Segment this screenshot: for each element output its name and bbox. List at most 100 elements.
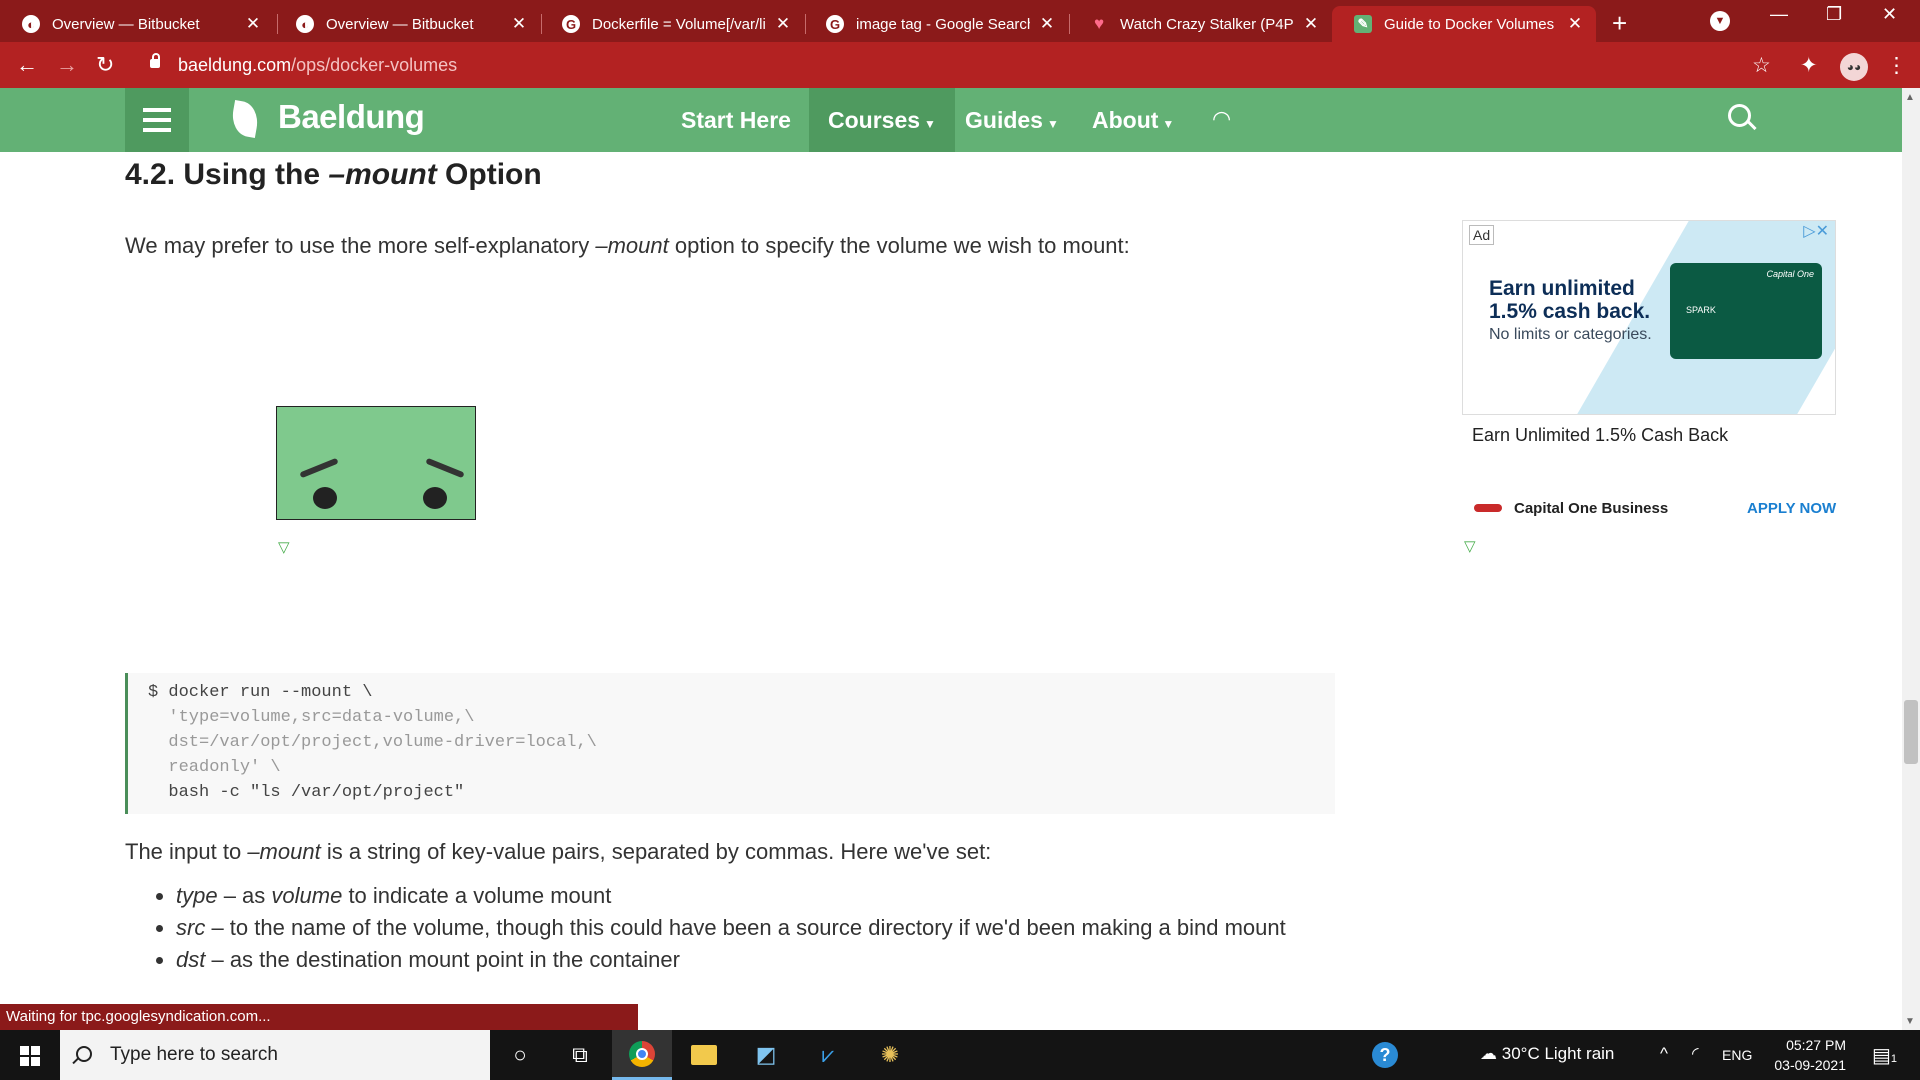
- back-icon[interactable]: ←: [16, 52, 38, 78]
- tab-title: image tag - Google Search: [856, 15, 1030, 33]
- option-value: volume: [271, 883, 343, 908]
- card-label: SPARK: [1686, 305, 1716, 315]
- extensions-icon[interactable]: ✦: [1800, 53, 1818, 78]
- windows-taskbar: Type here to search ○ ⧉ ◩ ⩗ ✺ ? ☁ 30°C L…: [0, 1030, 1920, 1080]
- tab-title: Guide to Docker Volumes | B: [1384, 15, 1558, 33]
- close-icon[interactable]: ✕: [242, 14, 264, 34]
- file-explorer-icon[interactable]: [674, 1030, 734, 1080]
- list-item: type – as volume to indicate a volume mo…: [176, 880, 1336, 912]
- ad-eye: [313, 487, 337, 509]
- folder-icon: [691, 1045, 717, 1065]
- tab-title: Dockerfile = Volume[/var/lib: [592, 15, 766, 33]
- vscode-icon[interactable]: ⩗: [798, 1030, 858, 1080]
- tab-search-icon[interactable]: ▼: [1710, 11, 1730, 31]
- close-icon[interactable]: ✕: [1564, 14, 1586, 34]
- close-icon[interactable]: ✕: [772, 14, 794, 34]
- bitbucket-icon: ◐: [22, 15, 40, 33]
- site-search-icon[interactable]: [1728, 104, 1751, 127]
- card-brand: Capital One: [1766, 269, 1814, 279]
- code-line: $ docker run --mount \: [148, 683, 373, 702]
- adchoices-icon[interactable]: ▽: [1464, 537, 1476, 555]
- option-text: – as: [217, 883, 272, 908]
- nav-guides[interactable]: Guides ▼: [946, 88, 1078, 152]
- rss-feed-icon[interactable]: ◠: [1212, 106, 1234, 131]
- bookmark-star-icon[interactable]: ☆: [1752, 53, 1771, 78]
- animated-ad-banner[interactable]: [276, 406, 476, 520]
- caret-down-icon: ▼: [924, 117, 936, 131]
- nav-start-here[interactable]: Start Here: [662, 88, 810, 152]
- restore-icon[interactable]: ❐: [1826, 4, 1842, 25]
- close-icon[interactable]: ✕: [1300, 14, 1322, 34]
- code-block[interactable]: $ docker run --mount \ 'type=volume,src=…: [125, 673, 1335, 814]
- wifi-icon[interactable]: ◜: [1692, 1044, 1699, 1064]
- ad-eye: [423, 487, 447, 509]
- ad-close-icon[interactable]: ▷✕: [1803, 221, 1829, 241]
- scroll-up-icon[interactable]: ▲: [1905, 92, 1915, 103]
- caret-down-icon: ▼: [1162, 117, 1175, 131]
- tab-docker-volumes[interactable]: ✎ Guide to Docker Volumes | B ✕: [1332, 6, 1596, 42]
- code-line: dst=/var/opt/project,volume-driver=local…: [148, 733, 597, 752]
- tray-chevron-icon[interactable]: ^: [1660, 1044, 1668, 1064]
- scroll-down-icon[interactable]: ▼: [1905, 1016, 1915, 1027]
- nav-label: Courses: [828, 107, 921, 133]
- nav-about[interactable]: About ▼: [1073, 88, 1193, 152]
- nav-label: About: [1092, 107, 1159, 133]
- tab-title: Overview — Bitbucket: [326, 15, 474, 33]
- nav-courses[interactable]: Courses ▼: [809, 88, 955, 152]
- site-header: Baeldung Start Here Courses ▼ Guides ▼ Abo…: [0, 88, 1902, 152]
- paragraph-text: is a string of key-value pairs, separate…: [320, 839, 992, 864]
- apply-now-button[interactable]: APPLY NOW: [1747, 500, 1836, 517]
- new-tab-icon[interactable]: +: [1612, 8, 1627, 39]
- caret-down-icon: ▼: [1046, 117, 1059, 131]
- hamburger-menu-icon[interactable]: [125, 88, 189, 152]
- option-list: type – as volume to indicate a volume mo…: [152, 880, 1336, 976]
- option-key: type: [176, 883, 218, 908]
- address-bar[interactable]: baeldung.com/ops/docker-volumes: [178, 55, 457, 76]
- notification-center-icon[interactable]: ▤1: [1872, 1043, 1897, 1068]
- ad-caption[interactable]: Earn Unlimited 1.5% Cash Back: [1472, 425, 1728, 446]
- nav-label: Guides: [965, 107, 1043, 133]
- close-icon[interactable]: ✕: [508, 14, 530, 34]
- bitbucket-icon: ◐: [296, 15, 314, 33]
- task-view-icon[interactable]: ⧉: [550, 1030, 610, 1080]
- option-text: to indicate a volume mount: [342, 883, 612, 908]
- lock-icon: [150, 53, 160, 68]
- app-taskbar-icon[interactable]: ◩: [736, 1030, 796, 1080]
- site-logo[interactable]: Baeldung: [278, 98, 425, 136]
- ad-headline-line: 1.5% cash back.: [1489, 300, 1651, 323]
- paragraph-text: option to specify the volume we wish to …: [668, 233, 1130, 258]
- reload-icon[interactable]: ↻: [96, 52, 114, 78]
- cortana-icon[interactable]: ○: [490, 1030, 550, 1080]
- menu-kebab-icon[interactable]: ⋮: [1886, 53, 1907, 78]
- profile-avatar[interactable]: ◕◕: [1840, 53, 1868, 81]
- forward-icon[interactable]: →: [56, 52, 78, 78]
- tab-image-tag[interactable]: G image tag - Google Search ✕: [804, 6, 1068, 42]
- tab-crazy-stalker[interactable]: ♥ Watch Crazy Stalker (P4PI 2 ✕: [1068, 6, 1332, 42]
- close-icon[interactable]: ✕: [1036, 14, 1058, 34]
- baeldung-leaf-logo[interactable]: [229, 100, 261, 138]
- cloud-icon: ☁: [1480, 1044, 1497, 1063]
- tab-bitbucket-1[interactable]: ◐ Overview — Bitbucket ✕: [0, 6, 274, 42]
- language-indicator[interactable]: ENG: [1722, 1047, 1752, 1063]
- inline-option: –mount: [595, 233, 669, 258]
- scrollbar-thumb[interactable]: [1904, 700, 1918, 764]
- system-clock[interactable]: 05:27 PM 03-09-2021: [1770, 1035, 1846, 1075]
- page-scrollbar[interactable]: [1902, 88, 1920, 1030]
- taskbar-search-input[interactable]: Type here to search: [60, 1030, 490, 1080]
- window-close-icon[interactable]: ✕: [1882, 4, 1897, 25]
- windows-start-icon[interactable]: [20, 1046, 40, 1066]
- ad-advertiser[interactable]: Capital One Business: [1514, 500, 1668, 517]
- adchoices-icon[interactable]: ▽: [278, 538, 290, 556]
- display-ad[interactable]: Ad ▷✕ Earn unlimited 1.5% cash back. No l…: [1462, 220, 1836, 415]
- code-line: 'type=volume,src=data-volume,\: [148, 708, 475, 727]
- tab-bitbucket-2[interactable]: ◐ Overview — Bitbucket ✕: [274, 6, 540, 42]
- minimize-icon[interactable]: —: [1770, 4, 1788, 25]
- chrome-taskbar-icon[interactable]: [612, 1030, 672, 1080]
- list-item: src – to the name of the volume, though …: [176, 912, 1336, 944]
- google-icon: G: [562, 15, 580, 33]
- weather-widget[interactable]: ☁ 30°C Light rain: [1480, 1044, 1614, 1064]
- tab-dockerfile[interactable]: G Dockerfile = Volume[/var/lib ✕: [540, 6, 804, 42]
- help-icon[interactable]: ?: [1372, 1042, 1398, 1068]
- app-taskbar-icon[interactable]: ✺: [860, 1030, 920, 1080]
- inline-option: –mount: [247, 839, 321, 864]
